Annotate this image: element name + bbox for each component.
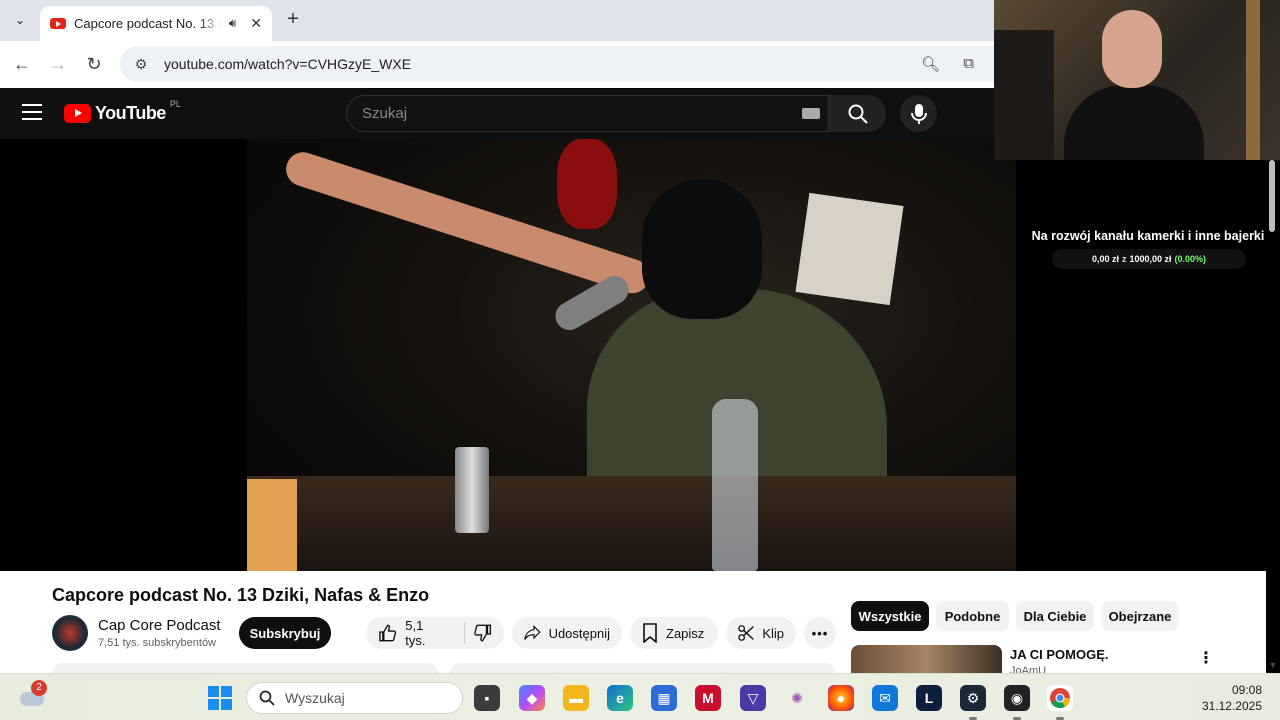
recommendation-channel[interactable]: JoAmU <box>1010 665 1046 673</box>
scrollbar-thumb[interactable] <box>1269 160 1275 232</box>
thumbs-down-icon[interactable] <box>473 623 492 643</box>
weather-widget[interactable]: 2 <box>18 680 47 706</box>
like-dislike-group: 5,1 tys. <box>366 617 504 649</box>
site-settings-icon[interactable]: ⚙ <box>132 55 150 73</box>
donation-goal-title: Na rozwój kanału kamerki i inne bajerki <box>1031 229 1265 243</box>
voice-search-button[interactable] <box>900 95 937 132</box>
windows-taskbar: 2 Wyszukaj ▪ ◆ ▬ e ▦ M ▽ ✺ ● ✉ L ⚙ ◉ 09:… <box>0 673 1280 720</box>
system-clock[interactable]: 09:08 31.12.2025 <box>1192 682 1262 714</box>
store-icon[interactable]: ▦ <box>651 685 677 711</box>
video-player[interactable] <box>0 139 1016 571</box>
youtube-header: YouTube PL Szukaj <box>0 88 994 139</box>
tab-search-menu-icon[interactable]: ⌄ <box>8 8 32 32</box>
install-app-icon[interactable]: ⧉ <box>963 55 974 72</box>
mcafee-icon[interactable]: M <box>695 685 721 711</box>
chip-watched[interactable]: Obejrzane <box>1101 601 1179 631</box>
page-scrollbar[interactable]: ▼ <box>1266 160 1280 672</box>
browser-tab-active[interactable]: Capcore podcast No. 13 Dziki, Nafas & En… <box>40 6 272 41</box>
taskbar-search-placeholder: Wyszukaj <box>285 690 345 706</box>
zoom-icon[interactable]: 🔍︎ <box>921 55 940 73</box>
search-button[interactable] <box>829 95 886 132</box>
share-button[interactable]: Udostępnij <box>512 617 622 649</box>
windows-start-icon[interactable] <box>208 686 232 710</box>
recommendation-title[interactable]: JA CI POMOGĘ. <box>1010 647 1108 662</box>
donation-goal-bar: 0,00 zł z 1000,00 zł (0.00%) <box>1052 249 1246 269</box>
address-bar[interactable]: ⚙ youtube.com/watch?v=CVHGzyE_WXE 🔍︎ ⧉ <box>120 46 994 82</box>
scissors-icon <box>738 625 754 641</box>
youtube-logo[interactable]: YouTube PL <box>64 99 181 124</box>
obs-icon[interactable]: ◉ <box>1004 685 1030 720</box>
scroll-down-arrow-icon[interactable]: ▼ <box>1266 658 1280 672</box>
clip-button[interactable]: Klip <box>726 617 796 649</box>
recommendation-more-icon[interactable]: ⋮ <box>1198 648 1214 668</box>
notification-badge: 2 <box>31 680 47 696</box>
clock-time: 09:08 <box>1231 683 1262 697</box>
tab-close-icon[interactable]: ✕ <box>250 15 262 32</box>
more-actions-button[interactable]: ••• <box>804 617 836 649</box>
youtube-favicon-icon <box>50 18 66 29</box>
save-button[interactable]: Zapisz <box>630 617 718 649</box>
bookmark-icon <box>643 623 657 643</box>
new-tab-button[interactable]: + <box>282 8 304 30</box>
keyboard-icon[interactable] <box>802 108 820 119</box>
youtube-wordmark: YouTube <box>95 102 166 123</box>
microphone-icon <box>910 103 927 124</box>
chip-for-you[interactable]: Dla Ciebie <box>1016 601 1094 631</box>
atom-app-icon[interactable]: ✺ <box>784 685 810 711</box>
menu-hamburger-icon[interactable] <box>22 104 42 120</box>
chip-all[interactable]: Wszystkie <box>851 601 929 631</box>
youtube-play-logo-icon <box>64 103 91 123</box>
donation-goal: 1000,00 zł <box>1129 254 1172 264</box>
search-input[interactable]: Szukaj <box>346 95 829 132</box>
clip-label: Klip <box>762 625 784 641</box>
reload-icon[interactable]: ↻ <box>81 51 107 77</box>
chrome-logo-icon <box>1050 688 1071 709</box>
video-title: Capcore podcast No. 13 Dziki, Nafas & En… <box>52 585 430 605</box>
donation-of: z <box>1121 254 1127 264</box>
channel-subscriber-count: 7,51 tys. subskrybentów <box>98 637 217 649</box>
outlook-icon[interactable]: ✉ <box>872 685 898 711</box>
search-icon <box>848 104 868 124</box>
donation-current: 0,00 zł <box>1091 254 1119 264</box>
edge-icon[interactable]: e <box>607 685 633 711</box>
donation-percent: (0.00%) <box>1174 254 1207 264</box>
browser-tab-strip: ⌄ Capcore podcast No. 13 Dziki, Nafas & … <box>0 0 994 41</box>
launcher-l-icon[interactable]: L <box>916 685 942 711</box>
proton-vpn-icon[interactable]: ▽ <box>740 685 766 711</box>
tab-title: Capcore podcast No. 13 Dziki, Nafas & En… <box>74 16 221 31</box>
file-explorer-icon[interactable]: ▬ <box>563 685 589 711</box>
channel-name[interactable]: Cap Core Podcast <box>98 617 221 634</box>
chrome-icon[interactable] <box>1047 685 1073 720</box>
tab-audio-icon[interactable]: 🔊︎ <box>229 16 237 31</box>
search-icon <box>259 690 275 706</box>
copilot-icon[interactable]: ◆ <box>519 685 545 711</box>
share-label: Udostępnij <box>548 625 610 641</box>
video-frame[interactable] <box>247 139 1016 571</box>
steam-icon[interactable]: ⚙ <box>960 685 986 720</box>
like-count[interactable]: 5,1 tys. <box>405 618 445 648</box>
recommendation-thumbnail[interactable] <box>851 645 1002 673</box>
description-card[interactable] <box>52 663 438 673</box>
forward-arrow-icon[interactable]: → <box>45 51 71 77</box>
comments-card[interactable] <box>450 663 836 673</box>
save-label: Zapisz <box>666 625 705 641</box>
url-text[interactable]: youtube.com/watch?v=CVHGzyE_WXE <box>164 56 411 72</box>
share-arrow-icon <box>524 624 541 640</box>
channel-avatar[interactable] <box>52 615 88 651</box>
thumbs-up-icon[interactable] <box>378 623 397 643</box>
firefox-icon[interactable]: ● <box>828 685 854 711</box>
webcam-overlay <box>994 0 1280 160</box>
search-placeholder: Szukaj <box>362 105 408 122</box>
task-view-icon[interactable]: ▪ <box>474 685 500 711</box>
watch-metadata: Capcore podcast No. 13 Dziki, Nafas & En… <box>0 571 1266 673</box>
clock-date: 31.12.2025 <box>1201 699 1262 713</box>
subscribe-button[interactable]: Subskrybuj <box>239 617 331 649</box>
taskbar-search-input[interactable]: Wyszukaj <box>246 682 463 714</box>
browser-toolbar: ← → ↻ ⚙ youtube.com/watch?v=CVHGzyE_WXE … <box>0 41 994 88</box>
region-code: PL <box>169 99 181 109</box>
chip-related[interactable]: Podobne <box>936 601 1009 631</box>
back-arrow-icon[interactable]: ← <box>9 51 35 77</box>
